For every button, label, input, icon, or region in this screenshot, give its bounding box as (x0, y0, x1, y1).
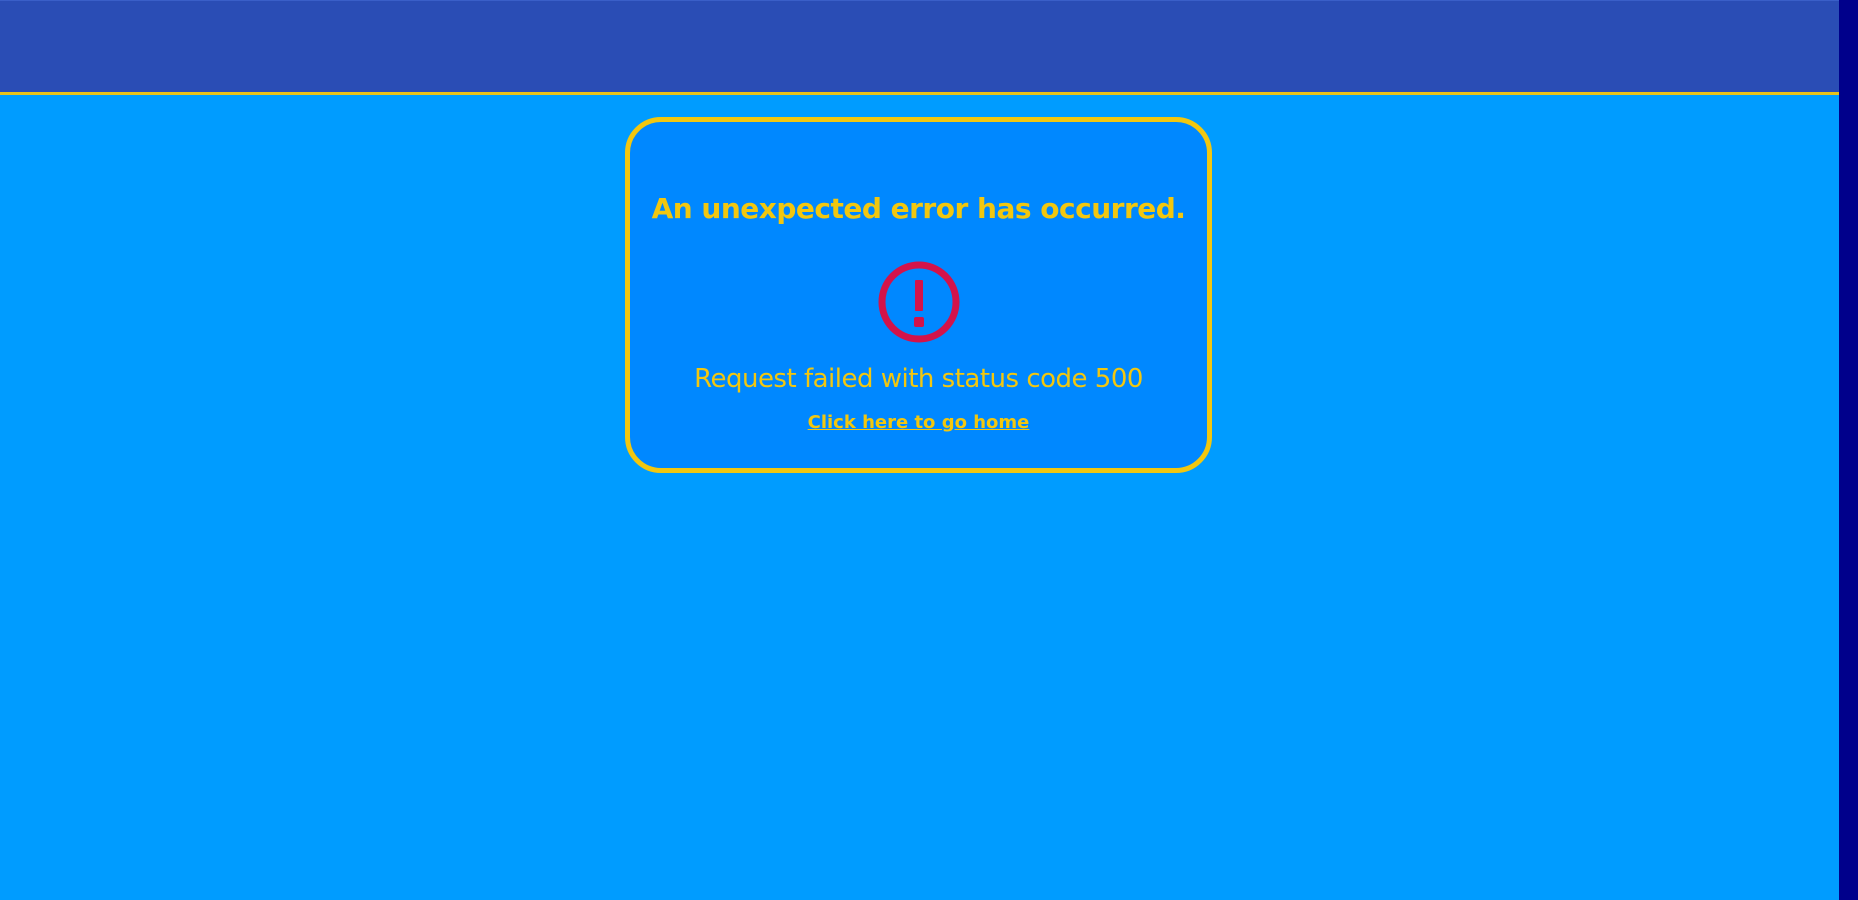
error-message: Request failed with status code 500 (694, 364, 1143, 394)
top-header-bar (0, 0, 1839, 95)
go-home-link[interactable]: Click here to go home (630, 412, 1207, 433)
exclamation-circle-icon (877, 260, 961, 344)
vertical-scrollbar[interactable] (1839, 0, 1858, 900)
error-title: An unexpected error has occurred. (651, 192, 1186, 225)
error-card: An unexpected error has occurred. Reques… (625, 117, 1212, 473)
